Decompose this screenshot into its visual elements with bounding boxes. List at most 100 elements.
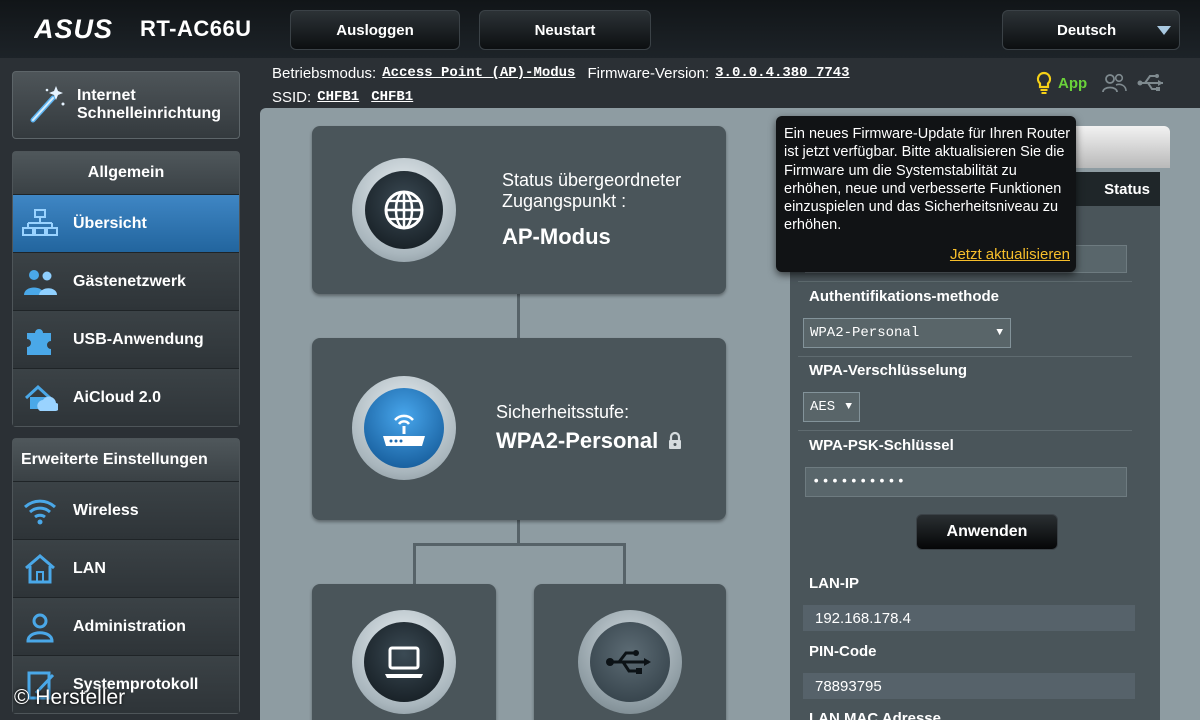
sidebar-item-lan[interactable]: LAN xyxy=(13,539,239,597)
firmware-update-tooltip: Ein neues Firmware-Update für Ihren Rout… xyxy=(776,116,1076,272)
ssid-label: SSID: xyxy=(272,88,312,106)
magic-wand-icon xyxy=(30,86,65,123)
lan-mac-label: LAN MAC Adresse xyxy=(809,710,941,720)
general-menu-title: Allgemein xyxy=(13,152,239,194)
wpa-psk-label: WPA-PSK-Schlüssel xyxy=(809,437,954,454)
sidebar-item-label: Administration xyxy=(73,617,186,635)
pin-code-label: PIN-Code xyxy=(809,643,877,660)
sidebar-item-administration[interactable]: Administration xyxy=(13,597,239,655)
map-connector xyxy=(413,543,416,584)
wpa-psk-input[interactable]: •••••••••• xyxy=(805,467,1127,497)
divider xyxy=(798,281,1132,282)
globe-icon xyxy=(384,190,424,230)
update-now-link[interactable]: Jetzt aktualisieren xyxy=(950,246,1070,264)
dropdown-arrow-icon: ▼ xyxy=(845,401,852,413)
security-level-label: Sicherheitsstufe: xyxy=(496,402,630,422)
pin-code-value: 78893795 xyxy=(803,673,1135,699)
ssid-link-2[interactable]: CHFB1 xyxy=(371,89,413,105)
security-level-value-row: WPA2-Personal xyxy=(496,428,684,454)
language-value: Deutsch xyxy=(1057,21,1117,39)
security-level-card[interactable]: Sicherheitsstufe: WPA2-Personal xyxy=(312,338,726,520)
sidebar-item-label: Übersicht xyxy=(73,214,147,232)
quick-setup-line-1: Internet xyxy=(77,87,136,104)
usb-status-icon[interactable] xyxy=(1137,72,1167,94)
wpa-encryption-select[interactable]: AES ▼ xyxy=(803,392,860,422)
auth-method-label: Authentifikations-methode xyxy=(809,288,999,305)
sidebar-item-label: Wireless xyxy=(73,501,139,519)
sidebar-item-label: Gästenetzwerk xyxy=(73,272,186,290)
svg-text:ASUS: ASUS xyxy=(34,14,113,44)
lan-ip-value: 192.168.178.4 xyxy=(803,605,1135,631)
logout-button[interactable]: Ausloggen xyxy=(290,10,460,50)
language-select[interactable]: Deutsch xyxy=(1002,10,1180,50)
network-map-icon xyxy=(21,205,59,243)
ssid-link-1[interactable]: CHFB1 xyxy=(317,89,359,105)
firmware-link[interactable]: 3.0.0.4.380_7743 xyxy=(715,65,849,81)
router-icon xyxy=(383,414,425,446)
users-icon[interactable] xyxy=(1101,72,1127,94)
asus-logo: ASUS xyxy=(34,14,113,44)
auth-method-select[interactable]: WPA2-Personal ▼ xyxy=(803,318,1011,348)
security-level-value: WPA2-Personal xyxy=(496,428,659,453)
divider xyxy=(798,356,1132,357)
router-button xyxy=(352,376,456,480)
advanced-menu-title: Erweiterte Einstellungen xyxy=(13,439,239,481)
clients-button xyxy=(352,610,456,714)
status-icons: App xyxy=(1036,70,1167,96)
copyright-watermark: © Hersteller xyxy=(14,686,126,709)
usb-puzzle-icon xyxy=(21,321,59,359)
lock-icon xyxy=(669,431,682,449)
wifi-icon xyxy=(21,492,59,530)
sidebar-item-label: USB-Anwendung xyxy=(73,330,204,348)
cloud-home-icon xyxy=(21,379,59,417)
admin-user-icon xyxy=(21,608,59,646)
mode-link[interactable]: Access Point (AP)-Modus xyxy=(382,65,575,81)
apply-button[interactable]: Anwenden xyxy=(916,514,1058,550)
router-model: RT-AC66U xyxy=(140,16,252,41)
restart-button[interactable]: Neustart xyxy=(479,10,651,50)
map-connector xyxy=(517,520,520,544)
mode-label: Betriebsmodus: xyxy=(272,64,377,82)
parent-ap-label: Status übergeordneter Zugangspunkt : xyxy=(502,170,712,212)
bulb-icon[interactable] xyxy=(1036,71,1052,95)
parent-ap-label-line-2: Zugangspunkt : xyxy=(502,191,627,211)
sidebar-item-guest-network[interactable]: Gästenetzwerk xyxy=(13,252,239,310)
quick-setup-line-2: Schnelleinrichtung xyxy=(77,105,222,122)
dropdown-arrow-icon: ▼ xyxy=(996,327,1003,339)
app-link[interactable]: App xyxy=(1058,75,1087,92)
house-icon xyxy=(21,550,59,588)
map-connector xyxy=(623,543,626,584)
divider xyxy=(798,430,1132,431)
sidebar-item-usb-application[interactable]: USB-Anwendung xyxy=(13,310,239,368)
clients-card[interactable] xyxy=(312,584,496,720)
parent-ap-status-card[interactable]: Status übergeordneter Zugangspunkt : AP-… xyxy=(312,126,726,294)
firmware-label: Firmware-Version: xyxy=(587,64,710,82)
computer-icon xyxy=(385,646,423,678)
status-info: Betriebsmodus: Access Point (AP)-Modus F… xyxy=(272,61,850,109)
auth-method-value: WPA2-Personal xyxy=(810,325,920,341)
wpa-encryption-label: WPA-Verschlüsselung xyxy=(809,362,968,379)
sidebar-item-aicloud[interactable]: AiCloud 2.0 xyxy=(13,368,239,426)
map-connector xyxy=(413,543,626,546)
general-menu: Allgemein Übersicht Gästenetzwerk USB-An… xyxy=(12,151,240,427)
advanced-menu: Erweiterte Einstellungen Wireless LAN Ad… xyxy=(12,438,240,714)
sidebar-item-overview[interactable]: Übersicht xyxy=(13,194,239,252)
wpa-encryption-value: AES xyxy=(810,399,836,415)
guest-network-icon xyxy=(21,263,59,301)
chevron-down-icon xyxy=(1157,26,1171,35)
sidebar-item-wireless[interactable]: Wireless xyxy=(13,481,239,539)
usb-devices-card[interactable] xyxy=(534,584,726,720)
sidebar-item-label: LAN xyxy=(73,559,106,577)
top-bar: ASUS RT-AC66U Ausloggen Neustart Deutsch xyxy=(0,0,1200,58)
sidebar-item-label: AiCloud 2.0 xyxy=(73,388,162,406)
usb-icon xyxy=(606,650,651,674)
map-connector xyxy=(517,294,520,338)
parent-ap-value: AP-Modus xyxy=(502,224,611,249)
parent-ap-label-line-1: Status übergeordneter xyxy=(502,170,682,190)
lan-ip-label: LAN-IP xyxy=(809,575,859,592)
usb-button xyxy=(578,610,682,714)
quick-setup-label: Internet Schnelleinrichtung xyxy=(77,87,221,123)
firmware-update-message: Ein neues Firmware-Update für Ihren Rout… xyxy=(784,126,1071,234)
globe-button xyxy=(352,158,456,262)
quick-internet-setup-button[interactable]: Internet Schnelleinrichtung xyxy=(12,71,240,139)
